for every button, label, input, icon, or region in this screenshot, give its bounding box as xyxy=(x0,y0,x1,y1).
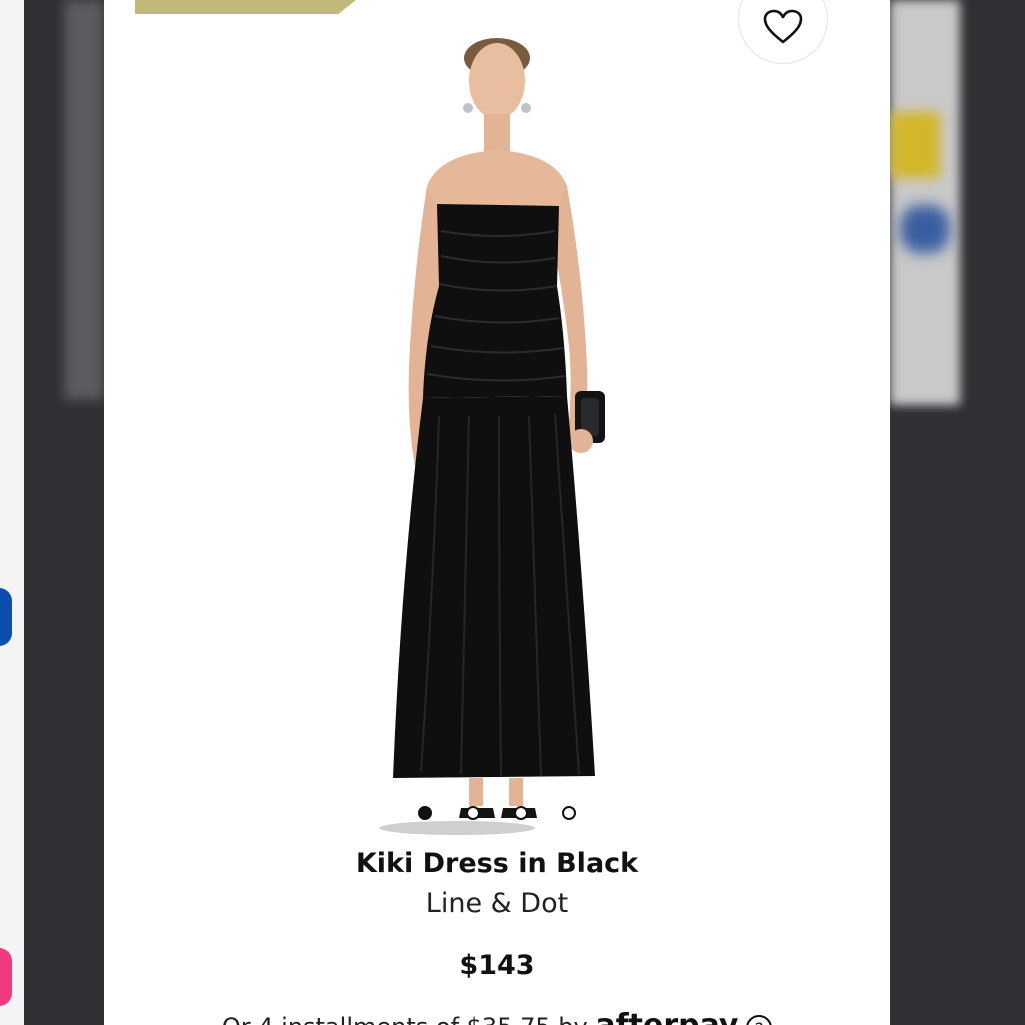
carousel-dots xyxy=(104,806,890,822)
background-blur-left xyxy=(64,0,104,400)
background-blur-right xyxy=(890,0,960,405)
afterpay-logo: afterpay xyxy=(595,1008,738,1025)
favorite-button[interactable] xyxy=(738,0,828,64)
info-circle-icon[interactable]: ? xyxy=(746,1015,773,1025)
installment-text: Or 4 installments of $35.75 by xyxy=(222,1013,588,1025)
heart-outline-icon xyxy=(763,9,803,44)
carousel-dot-2[interactable] xyxy=(466,806,480,820)
product-price: $143 xyxy=(459,950,535,981)
background-blur-blue xyxy=(900,205,950,253)
left-edge-blue-button[interactable] xyxy=(0,588,12,646)
product-title[interactable]: Kiki Dress in Black xyxy=(104,848,890,879)
product-card: Kiki Dress in Black Line & Dot $143 Or 4… xyxy=(104,0,890,1025)
promo-banner xyxy=(135,0,356,14)
product-brand[interactable]: Line & Dot xyxy=(104,888,890,919)
background-blur-yellow xyxy=(890,112,940,178)
carousel-dot-4[interactable] xyxy=(562,806,576,820)
left-edge-pink-button[interactable] xyxy=(0,948,12,1006)
installment-info: Or 4 installments of $35.75 by afterpay … xyxy=(104,1008,890,1025)
carousel-dot-1[interactable] xyxy=(418,806,432,820)
product-image[interactable] xyxy=(369,36,629,836)
carousel-dot-3[interactable] xyxy=(514,806,528,820)
left-edge-panel xyxy=(0,0,24,1025)
